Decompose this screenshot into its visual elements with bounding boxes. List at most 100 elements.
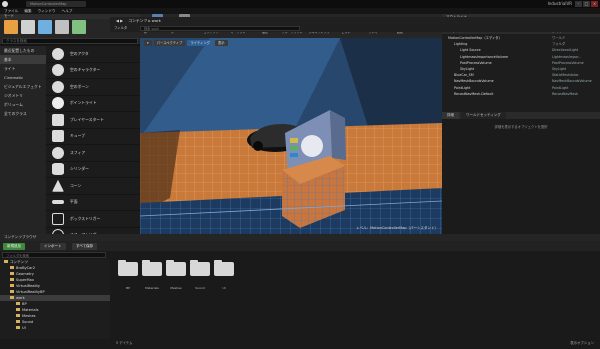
sphere-icon [52, 146, 64, 159]
details-tab-bar: 詳細 ワールドセッティング [442, 112, 600, 119]
sphere-icon [52, 80, 64, 93]
folder-icon [16, 320, 20, 323]
add-new-button[interactable]: 新規追加 [3, 242, 25, 250]
place-item-plane[interactable]: 平面 [46, 195, 140, 211]
place-item-empty-actor[interactable]: 空のアクタ [46, 46, 140, 63]
tree-label: SuperMax [16, 278, 34, 282]
lit-mode-button[interactable]: ライティング [187, 40, 213, 46]
item-count: 5 アイテム [116, 341, 133, 345]
back-arrow-icon[interactable]: ◀ ▶ [110, 18, 123, 23]
folder-icon [16, 326, 20, 329]
geometry-mode-icon[interactable] [72, 20, 86, 34]
asset-folder[interactable]: Materials [141, 260, 163, 290]
foliage-mode-icon[interactable] [55, 20, 69, 34]
cylinder-icon [52, 163, 64, 176]
content-view-options[interactable]: 表示オプション [570, 339, 594, 347]
category-visual-effects[interactable]: ビジュアルエフェクト [0, 82, 46, 91]
place-item-point-light[interactable]: ポイントライト [46, 96, 140, 112]
close-button[interactable]: × [591, 1, 598, 7]
tree-label: Meshes [22, 314, 36, 318]
window-controls: – □ × [575, 1, 598, 7]
level-viewport[interactable]: ▾ パースペクティブ ライティング 表示 レベル：MotionControlle… [140, 38, 442, 234]
place-mode-icon[interactable] [4, 20, 18, 34]
place-item-label: 空のキャラクター [70, 67, 101, 73]
tree-label: Sound [22, 320, 34, 324]
tab-world-settings[interactable]: ワールドセッティング [461, 112, 506, 119]
place-item-label: 平面 [70, 199, 78, 205]
folder-icon [142, 260, 162, 276]
place-item-empty-pawn[interactable]: 空のポーン [46, 79, 140, 96]
cube-icon [52, 130, 64, 143]
paint-mode-icon[interactable] [21, 20, 35, 34]
folder-icon [10, 290, 14, 293]
category-cinematic[interactable]: Cinematic [0, 73, 46, 82]
folder-search-input[interactable]: フォルダを検索 [2, 252, 106, 258]
outliner-row[interactable]: RecastNavMesh-Default RecastNavMesh [442, 91, 600, 97]
place-item-label: スフィア [70, 149, 86, 155]
category-lights[interactable]: ライト [0, 64, 46, 73]
category-all-classes[interactable]: 全てのクラス [0, 109, 46, 118]
place-item-cone[interactable]: コーン [46, 178, 140, 195]
asset-folder[interactable]: UI [213, 260, 235, 290]
folder-icon [16, 302, 20, 305]
place-item-label: キューブ [70, 133, 85, 139]
tree-label: VirtualReality [16, 284, 41, 288]
content-browser-toolbar: 新規追加 インポート すべて保存 [0, 241, 600, 251]
filter-button[interactable]: フィルタ [114, 25, 127, 32]
content-browser-footer: 5 アイテム 表示オプション [110, 339, 600, 347]
class-search-input[interactable]: クラスを検索 [2, 38, 138, 44]
asset-label: BP [126, 286, 130, 290]
landscape-mode-icon[interactable] [38, 20, 52, 34]
category-geometry[interactable]: ジオメトリ [0, 91, 46, 100]
place-item-list: 空のアクタ 空のキャラクター 空のポーン ポイントライト プレイヤースタート キ… [46, 46, 140, 244]
place-item-box-trigger[interactable]: ボックストリガー [46, 211, 140, 228]
breadcrumb-root[interactable]: コンテンツ [124, 18, 147, 23]
asset-filter-bar: フィルタ 検索 work [110, 25, 600, 32]
folder-icon [16, 308, 20, 311]
folder-icon [10, 278, 14, 281]
breadcrumb-current[interactable]: work [152, 18, 161, 23]
category-volumes[interactable]: ボリューム [0, 100, 46, 109]
folder-icon [4, 260, 8, 263]
place-item-empty-character[interactable]: 空のキャラクター [46, 63, 140, 79]
place-item-cube[interactable]: キューブ [46, 129, 140, 145]
asset-search-input[interactable]: 検索 work [140, 26, 300, 31]
maximize-button[interactable]: □ [583, 1, 590, 7]
place-item-sphere[interactable]: スフィア [46, 145, 140, 162]
folder-icon [16, 314, 20, 317]
engine-logo-icon[interactable] [2, 1, 8, 7]
viewport-options-button[interactable]: ▾ [144, 40, 152, 46]
sphere-icon [52, 64, 64, 77]
asset-label: Meshes [170, 286, 182, 290]
show-button[interactable]: 表示 [214, 40, 228, 46]
cone-icon [52, 179, 64, 192]
asset-folder[interactable]: Meshes [165, 260, 187, 290]
import-button[interactable]: インポート [40, 242, 66, 250]
place-item-label: 空のポーン [70, 83, 89, 89]
folder-icon [190, 260, 210, 276]
tree-folder[interactable]: UI [0, 325, 110, 331]
level-tab[interactable]: MotionControllerMap [26, 1, 86, 7]
asset-folder[interactable]: BP [117, 260, 139, 290]
box-trigger-icon [52, 212, 64, 225]
viewport-toolbar: ▾ パースペクティブ ライティング 表示 [144, 40, 228, 46]
minimize-button[interactable]: – [575, 1, 582, 7]
perspective-button[interactable]: パースペクティブ [153, 40, 186, 46]
plane-icon [52, 200, 64, 205]
row-name: RecastNavMesh-Default [454, 91, 494, 96]
save-all-button[interactable]: すべて保存 [72, 242, 98, 250]
category-basic[interactable]: 基本 [0, 55, 46, 64]
place-item-label: プレイヤースタート [70, 116, 104, 122]
player-start-icon [52, 113, 64, 126]
details-empty-message: 詳細を表示するオブジェクトを選択 [494, 125, 548, 129]
place-item-player-start[interactable]: プレイヤースタート [46, 112, 140, 129]
tree-label: UI [22, 326, 26, 330]
tab-details[interactable]: 詳細 [442, 112, 459, 119]
light-bulb-icon [52, 97, 64, 110]
breadcrumb: ◀ ▶ コンテンツ ▸ work [110, 17, 600, 25]
asset-label: Materials [145, 286, 159, 290]
place-item-cylinder[interactable]: シリンダー [46, 162, 140, 178]
asset-folder[interactable]: Sound [189, 260, 211, 290]
category-recent[interactable]: 最近配置したもの [0, 46, 46, 55]
tree-label: BroByCar2 [16, 266, 36, 270]
